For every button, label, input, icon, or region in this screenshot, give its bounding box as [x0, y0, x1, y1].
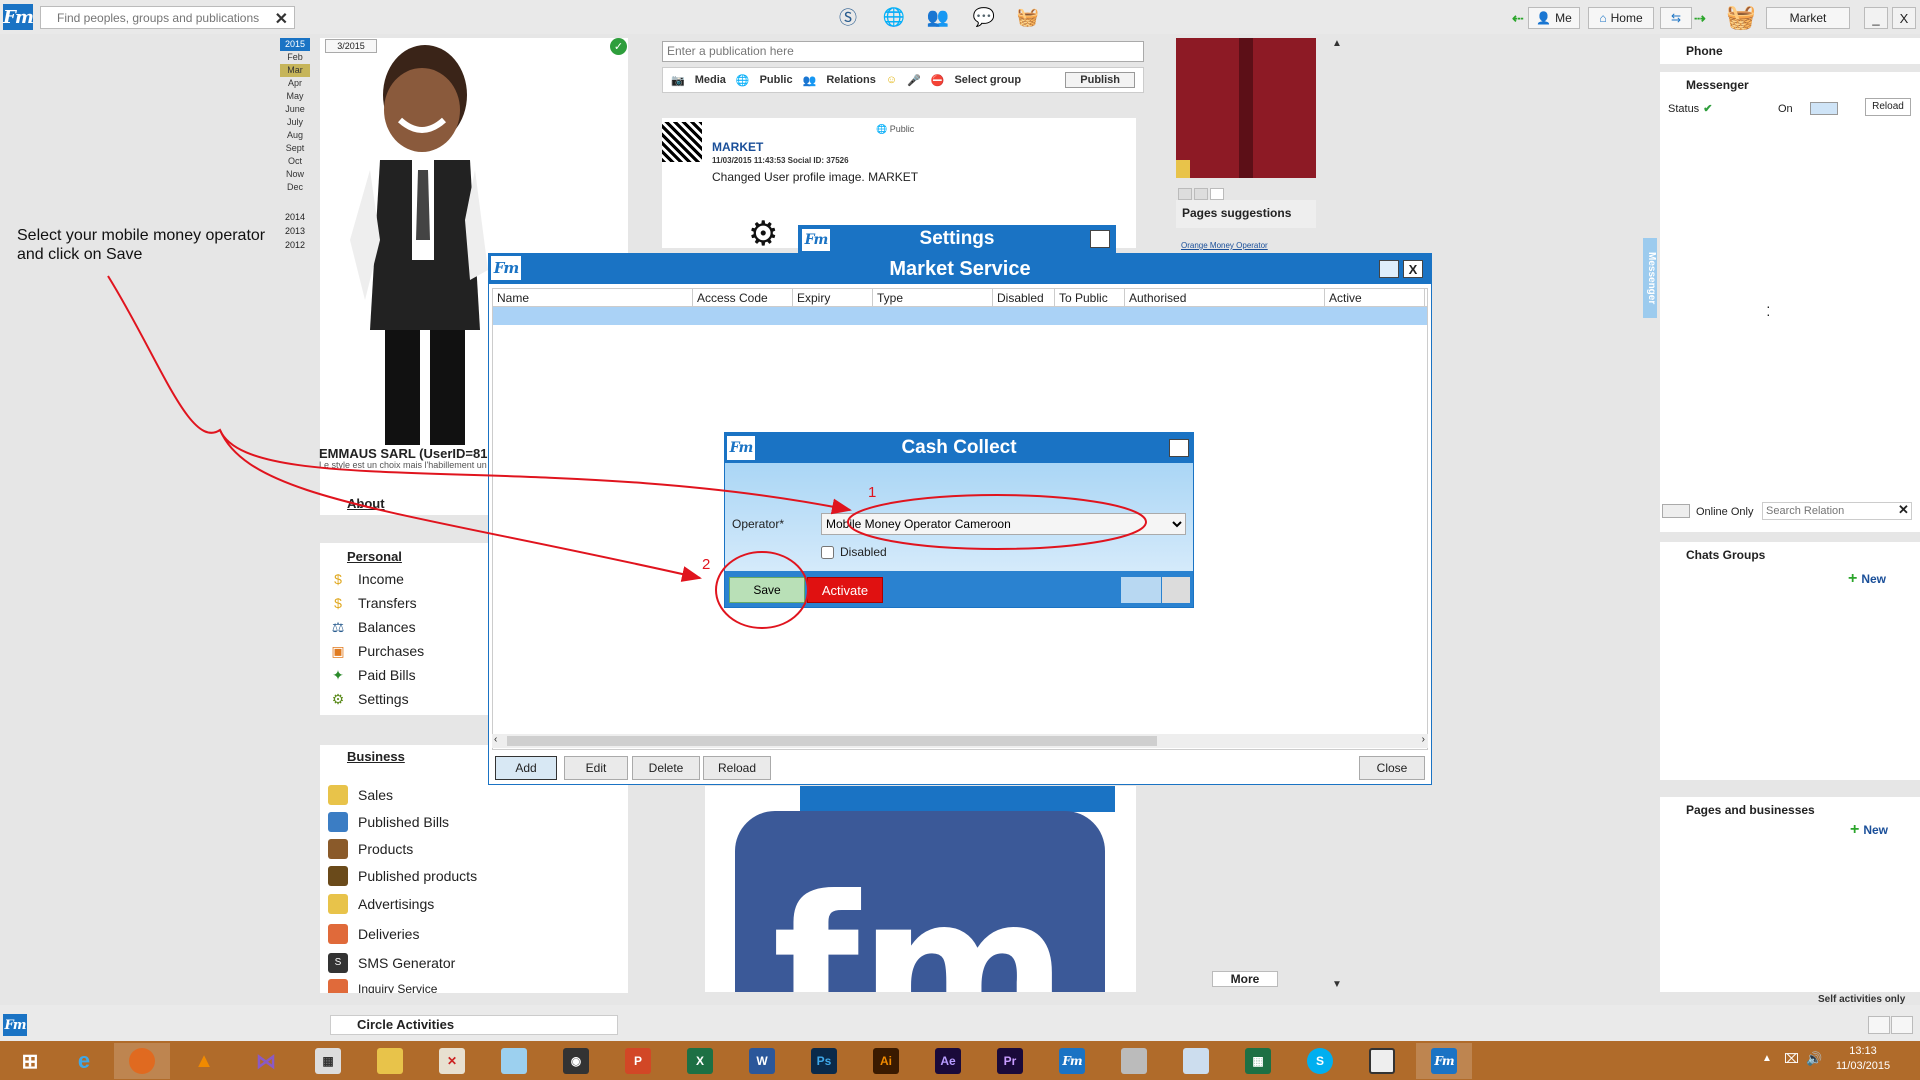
photoshop-icon: Ps	[811, 1048, 837, 1074]
taskbar-gallery[interactable]	[1168, 1043, 1224, 1079]
after-effects-icon: Ae	[935, 1048, 961, 1074]
tray-clock[interactable]: 13:13 11/03/2015	[1818, 1044, 1908, 1074]
annotation-arrow-save	[219, 429, 702, 582]
taskbar-photoshop[interactable]: Ps	[796, 1043, 852, 1079]
annotation-overlay	[107, 275, 1147, 629]
taskbar-visual-studio[interactable]: ⋈	[238, 1043, 294, 1079]
taskbar-camera[interactable]: ◉	[548, 1043, 604, 1079]
annotation-ellipse-operator	[847, 494, 1147, 550]
taskbar-after-effects[interactable]: Ae	[920, 1043, 976, 1079]
taskbar-vlc[interactable]: ▲	[176, 1043, 232, 1079]
taskbar-fm-app[interactable]: Fm	[1044, 1043, 1100, 1079]
taskbar-premiere[interactable]: Pr	[982, 1043, 1038, 1079]
taskbar-xmind[interactable]: ✕	[424, 1043, 480, 1079]
bottom-strip	[0, 1005, 1920, 1041]
layout-toggle-left[interactable]	[1868, 1016, 1890, 1034]
premiere-icon: Pr	[997, 1048, 1023, 1074]
word-icon: W	[749, 1048, 775, 1074]
taskbar-explorer[interactable]	[362, 1043, 418, 1079]
camera-icon: ◉	[563, 1048, 589, 1074]
spreadsheet-icon: ▦	[1245, 1048, 1271, 1074]
circle-activities-tab[interactable]: Circle Activities	[330, 1015, 618, 1035]
fm-logo[interactable]: Fm	[3, 1014, 27, 1036]
layout-toggle-right[interactable]	[1891, 1016, 1913, 1034]
taskbar-skype[interactable]: S	[1292, 1043, 1348, 1079]
network-icon	[1121, 1048, 1147, 1074]
annotation-step-2: 2	[702, 556, 711, 573]
internet-explorer-icon: e	[77, 1048, 91, 1073]
xmind-icon: ✕	[439, 1048, 465, 1074]
folder-icon	[377, 1048, 403, 1074]
calculator-icon: ▦	[315, 1048, 341, 1074]
taskbar-firefox[interactable]	[114, 1043, 170, 1079]
visual-studio-icon: ⋈	[256, 1050, 276, 1073]
fm-app-icon: Fm	[1059, 1048, 1085, 1074]
annotation-arrow-operator	[107, 275, 852, 515]
taskbar-illustrator[interactable]: Ai	[858, 1043, 914, 1079]
excel-icon: X	[687, 1048, 713, 1074]
firefox-icon	[129, 1048, 155, 1074]
gallery-icon	[1183, 1048, 1209, 1074]
tray-expand-icon[interactable]: ▲	[1762, 1053, 1772, 1064]
taskbar-fm-app-2[interactable]: Fm	[1416, 1043, 1472, 1079]
taskbar-notepad[interactable]	[486, 1043, 542, 1079]
annotation-step-1: 1	[868, 484, 877, 501]
notepad-icon	[501, 1048, 527, 1074]
vlc-icon: ▲	[194, 1049, 214, 1072]
powerpoint-icon: P	[625, 1048, 651, 1074]
illustrator-icon: Ai	[873, 1048, 899, 1074]
taskbar-window[interactable]	[1354, 1043, 1410, 1079]
taskbar-network[interactable]	[1106, 1043, 1162, 1079]
taskbar-word[interactable]: W	[734, 1043, 790, 1079]
taskbar-calculator[interactable]: ▦	[300, 1043, 356, 1079]
network-tray-icon[interactable]: ⌧	[1784, 1051, 1799, 1067]
skype-icon: S	[1307, 1048, 1333, 1074]
window-icon	[1369, 1048, 1395, 1074]
taskbar-excel-2[interactable]: ▦	[1230, 1043, 1286, 1079]
taskbar-powerpoint[interactable]: P	[610, 1043, 666, 1079]
windows-taskbar: ⊞ e ▲ ⋈ ▦ ✕ ◉ P X W Ps Ai Ae Pr Fm ▦ S F…	[0, 1041, 1920, 1080]
start-button[interactable]: ⊞	[2, 1043, 58, 1079]
taskbar-internet-explorer[interactable]: e	[56, 1043, 112, 1079]
fm-app-icon: Fm	[1431, 1048, 1457, 1074]
windows-icon: ⊞	[21, 1050, 39, 1073]
taskbar-excel[interactable]: X	[672, 1043, 728, 1079]
annotation-ellipse-save	[715, 551, 809, 629]
